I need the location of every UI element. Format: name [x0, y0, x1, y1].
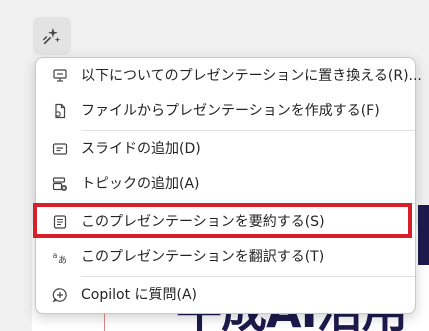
- menu-item-create-from-file[interactable]: ファイルからプレゼンテーションを作成する(F): [36, 94, 415, 128]
- slide-heading-edge: [418, 205, 429, 265]
- highlight-box: [33, 203, 412, 238]
- menu-divider: [81, 276, 415, 277]
- copilot-sparkle-icon: [43, 27, 61, 45]
- menu-item-label: Copilot に質問(A): [81, 287, 198, 303]
- translate-icon: aあ: [52, 249, 68, 265]
- add-topic-icon: [52, 176, 68, 192]
- menu-item-replace-presentation[interactable]: 以下についてのプレゼンテーションに置き換える(R)...: [36, 59, 422, 93]
- add-slide-icon: [52, 141, 68, 157]
- menu-item-add-topic[interactable]: トピックの追加(A): [36, 167, 415, 201]
- menu-divider: [81, 130, 415, 131]
- menu-item-label: このプレゼンテーションを翻訳する(T): [81, 249, 325, 265]
- menu-item-label: スライドの追加(D): [81, 141, 201, 157]
- menu-item-add-slide[interactable]: スライドの追加(D): [36, 132, 415, 166]
- menu-item-label: ファイルからプレゼンテーションを作成する(F): [81, 103, 380, 119]
- file-create-icon: [52, 103, 68, 119]
- svg-text:a: a: [53, 251, 58, 260]
- menu-item-label: 以下についてのプレゼンテーションに置き換える(R)...: [81, 68, 422, 84]
- menu-item-label: トピックの追加(A): [81, 176, 200, 192]
- copilot-menu: 以下についてのプレゼンテーションに置き換える(R)... ファイルからプレゼンテ…: [35, 57, 422, 314]
- svg-text:あ: あ: [58, 255, 67, 265]
- menu-item-translate[interactable]: aあ このプレゼンテーションを翻訳する(T): [36, 240, 415, 274]
- chat-question-icon: [52, 287, 68, 303]
- slides-replace-icon: [52, 68, 68, 84]
- menu-item-ask-copilot[interactable]: Copilot に質問(A): [36, 278, 415, 312]
- copilot-button[interactable]: [33, 17, 71, 55]
